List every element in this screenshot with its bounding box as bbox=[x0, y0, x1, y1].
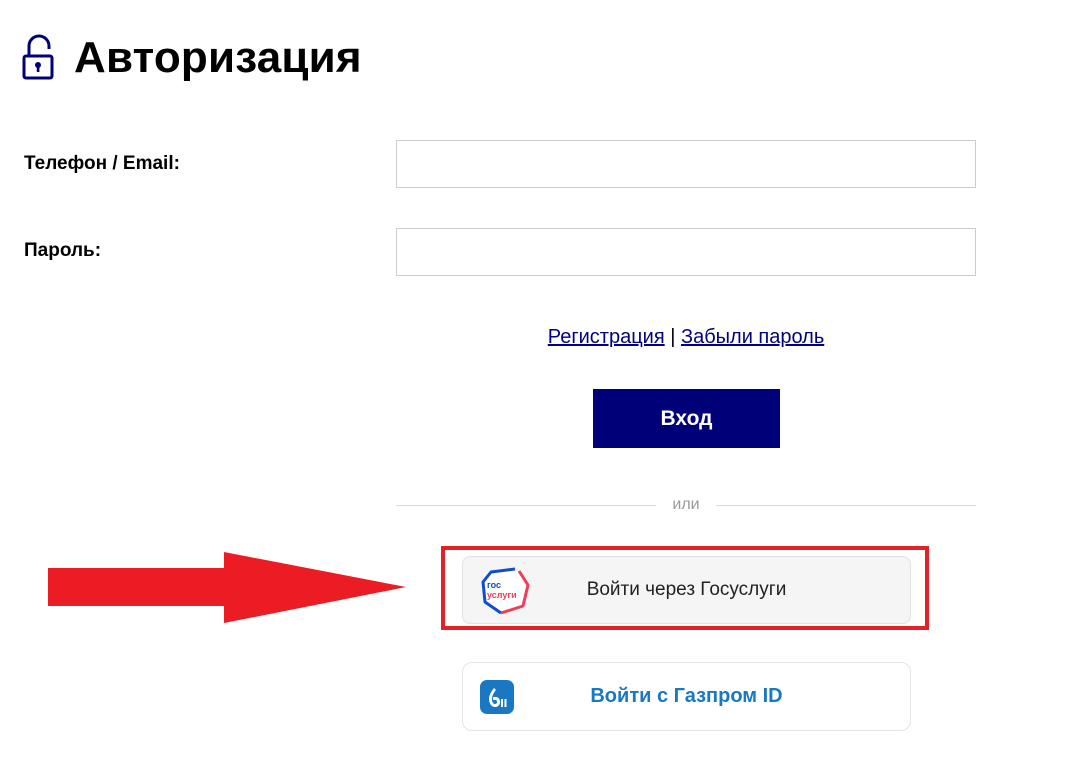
login-button[interactable]: Вход bbox=[593, 389, 780, 448]
links-separator: | bbox=[670, 326, 676, 348]
unlock-icon bbox=[22, 34, 54, 80]
forgot-password-link[interactable]: Забыли пароль bbox=[681, 326, 824, 348]
highlight-frame bbox=[441, 546, 929, 630]
password-input[interactable] bbox=[396, 228, 976, 276]
or-divider: или bbox=[396, 495, 976, 515]
password-label: Пароль: bbox=[24, 240, 102, 261]
auth-links: Регистрация | Забыли пароль bbox=[396, 326, 976, 349]
phone-email-input[interactable] bbox=[396, 140, 976, 188]
register-link[interactable]: Регистрация bbox=[548, 326, 665, 348]
red-arrow-icon bbox=[48, 552, 406, 623]
divider-line-right bbox=[715, 504, 976, 506]
divider-line-left bbox=[396, 504, 657, 506]
gazprom-id-login-button[interactable]: Войти с Газпром ID bbox=[462, 662, 911, 731]
gazprom-id-login-label: Войти с Газпром ID bbox=[590, 685, 783, 707]
or-text: или bbox=[672, 496, 700, 513]
page-title: Авторизация bbox=[74, 33, 362, 82]
phone-email-label: Телефон / Email: bbox=[24, 153, 180, 174]
title-row: Авторизация bbox=[22, 30, 362, 86]
